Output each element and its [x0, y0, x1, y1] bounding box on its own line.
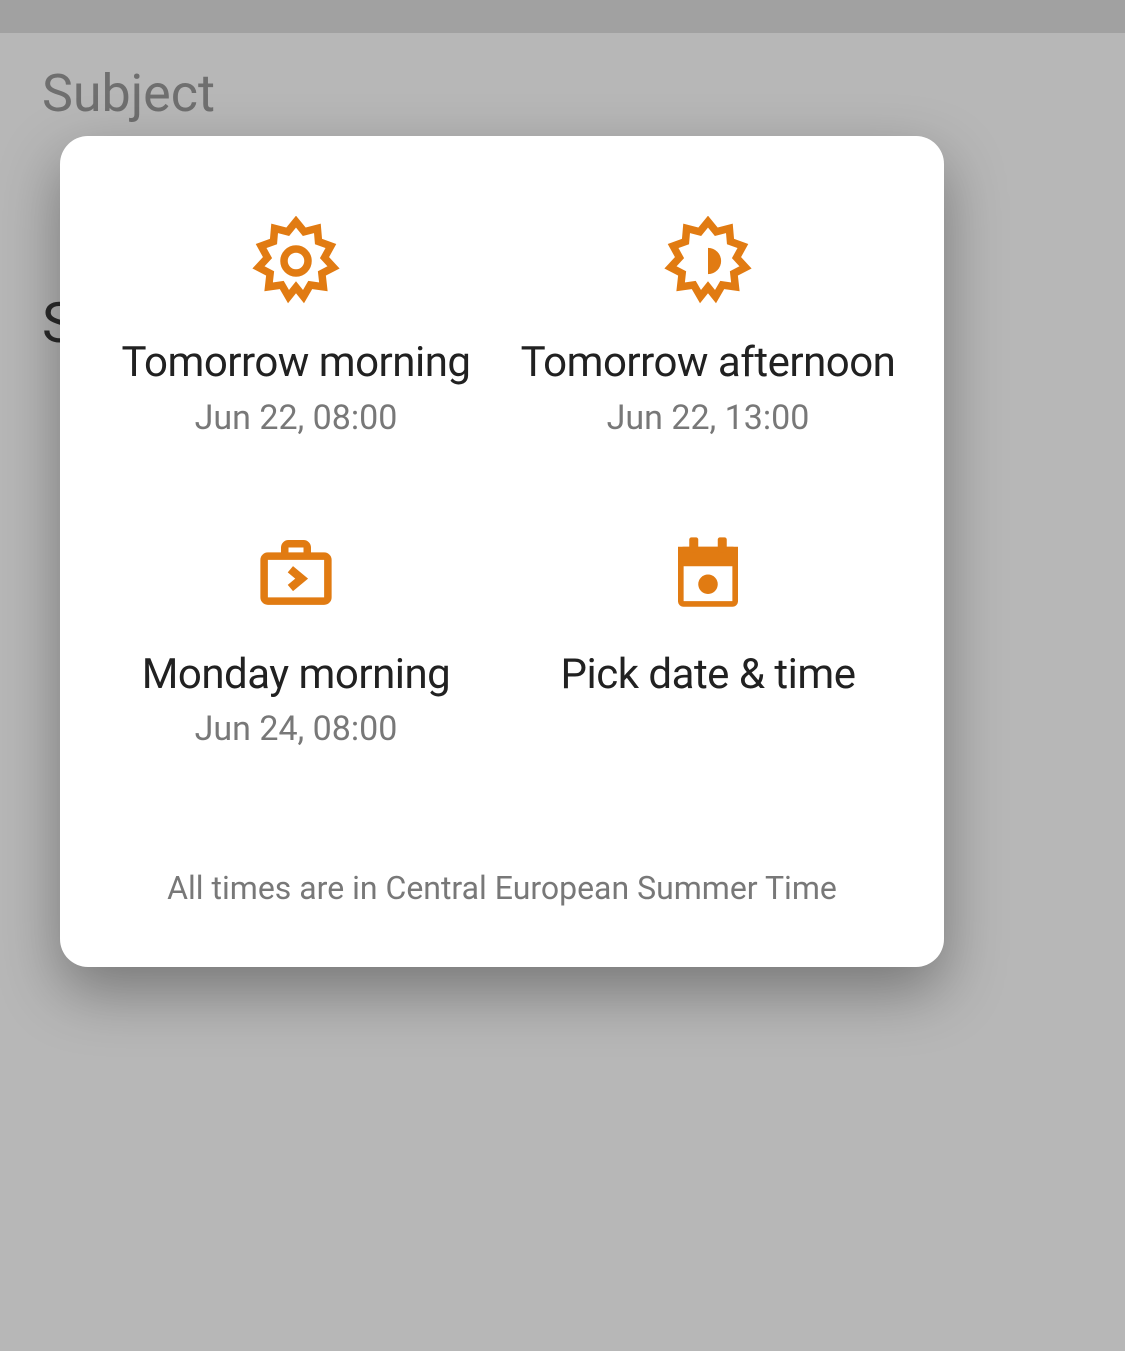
option-title: Monday morning: [142, 650, 451, 700]
timezone-note: All times are in Central European Summer…: [90, 869, 914, 907]
option-tomorrow-morning[interactable]: Tomorrow morning Jun 22, 08:00: [90, 216, 502, 438]
modal-overlay[interactable]: Tomorrow morning Jun 22, 08:00 Tomorrow …: [0, 0, 1125, 1351]
option-title: Tomorrow afternoon: [521, 338, 896, 388]
option-tomorrow-afternoon[interactable]: Tomorrow afternoon Jun 22, 13:00: [502, 216, 914, 438]
option-subtitle: Jun 22, 13:00: [607, 398, 810, 438]
option-monday-morning[interactable]: Monday morning Jun 24, 08:00: [90, 528, 502, 750]
option-pick-date-time[interactable]: Pick date & time: [502, 528, 914, 750]
sun-full-icon: [251, 216, 341, 306]
schedule-picker-dialog: Tomorrow morning Jun 22, 08:00 Tomorrow …: [60, 136, 944, 967]
sun-half-icon: [663, 216, 753, 306]
briefcase-next-icon: [251, 528, 341, 618]
options-grid: Tomorrow morning Jun 22, 08:00 Tomorrow …: [90, 216, 914, 749]
option-subtitle: Jun 24, 08:00: [195, 709, 398, 749]
option-title: Tomorrow morning: [122, 338, 471, 388]
calendar-icon: [663, 528, 753, 618]
option-title: Pick date & time: [561, 650, 856, 700]
option-subtitle: Jun 22, 08:00: [195, 398, 398, 438]
